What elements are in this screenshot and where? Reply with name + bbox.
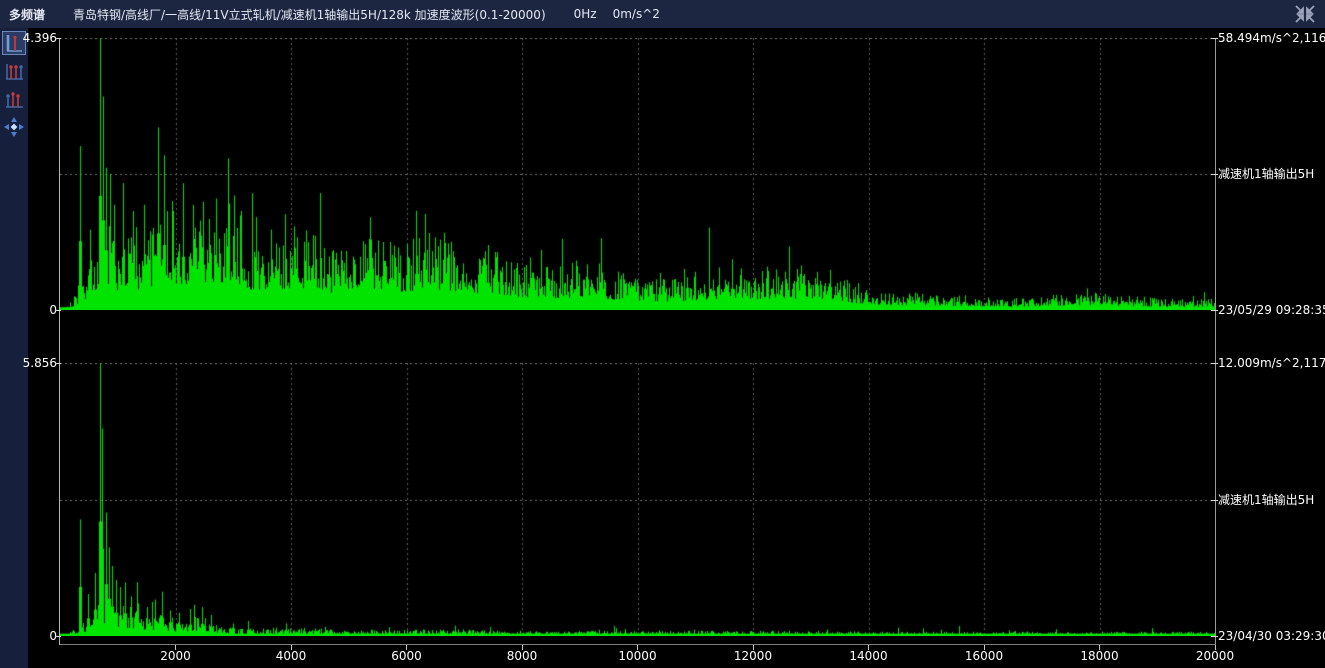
plot1-ymin-label: 0 <box>20 304 57 316</box>
x-tick-label: 14000 <box>837 649 901 663</box>
move-arrows-icon <box>3 116 25 138</box>
plot2-channel-label: 减速机1轴输出5H <box>1218 494 1314 506</box>
sideband-cursor-icon <box>3 88 25 110</box>
measurement-path-title: 青岛特钢/高线厂/一高线/11V立式轧机/减速机1轴输出5H/128k 加速度波… <box>73 6 546 23</box>
plot2-ymax-tick <box>55 363 61 364</box>
plot2-ymax-label: 5.856 <box>20 357 57 369</box>
plot2-peak-label: 12.009m/s^2,1173RPM <box>1218 357 1325 369</box>
pan-tool-button[interactable] <box>2 115 26 139</box>
x-axis-line <box>60 644 1216 645</box>
x-tick-label: 18000 <box>1068 649 1132 663</box>
plot2-timestamp-label: 23/04/30 03:29:30 <box>1218 630 1325 642</box>
plot1-ymax-tick <box>55 38 61 39</box>
spectrum-plot-2[interactable] <box>60 363 1215 636</box>
x-tick-label: 10000 <box>606 649 670 663</box>
plot1-timestamp-label: 23/05/29 09:28:35 <box>1218 304 1325 316</box>
x-tick-label: 6000 <box>375 649 439 663</box>
plot2-channel-tick <box>1211 500 1218 501</box>
x-tick-label: 16000 <box>952 649 1016 663</box>
x-tick-label: 12000 <box>721 649 785 663</box>
toolbar-sidebar <box>0 28 28 668</box>
x-tick-label: 8000 <box>490 649 554 663</box>
collapse-button[interactable] <box>1295 5 1315 23</box>
spectrum-plot-1[interactable] <box>60 38 1215 310</box>
plot2-peak-tick <box>1211 363 1218 364</box>
header-bar: 多频谱 青岛特钢/高线厂/一高线/11V立式轧机/减速机1轴输出5H/128k … <box>0 0 1325 28</box>
x-tick-label: 20000 <box>1183 649 1247 663</box>
plot1-ymin-tick <box>55 310 61 311</box>
plot2-ymin-label: 0 <box>20 630 57 642</box>
plot-right-border <box>1215 38 1216 645</box>
plot1-channel-tick <box>1211 174 1218 175</box>
plot2-ymin-tick <box>55 636 61 637</box>
collapse-icon <box>1295 5 1315 23</box>
app-window: 多频谱 青岛特钢/高线厂/一高线/11V立式轧机/减速机1轴输出5H/128k … <box>0 0 1325 668</box>
harmonic-cursor-tool-button[interactable] <box>2 59 26 83</box>
plot1-peak-label: 58.494m/s^2,1161RPM <box>1218 32 1325 44</box>
cursor-amplitude-readout: 0m/s^2 <box>613 7 660 21</box>
x-tick-label: 4000 <box>259 649 323 663</box>
plot1-peak-tick <box>1211 38 1218 39</box>
plot2-timestamp-tick <box>1211 636 1218 637</box>
x-tick-label: 2000 <box>144 649 208 663</box>
plot1-channel-label: 减速机1轴输出5H <box>1218 168 1314 180</box>
plot1-timestamp-tick <box>1211 310 1218 311</box>
cursor-frequency-readout: 0Hz <box>574 7 597 21</box>
plot1-ymax-label: 4.396 <box>20 32 57 44</box>
view-mode-label: 多频谱 <box>9 6 45 23</box>
sideband-cursor-tool-button[interactable] <box>2 87 26 111</box>
harmonic-cursor-icon <box>3 60 25 82</box>
